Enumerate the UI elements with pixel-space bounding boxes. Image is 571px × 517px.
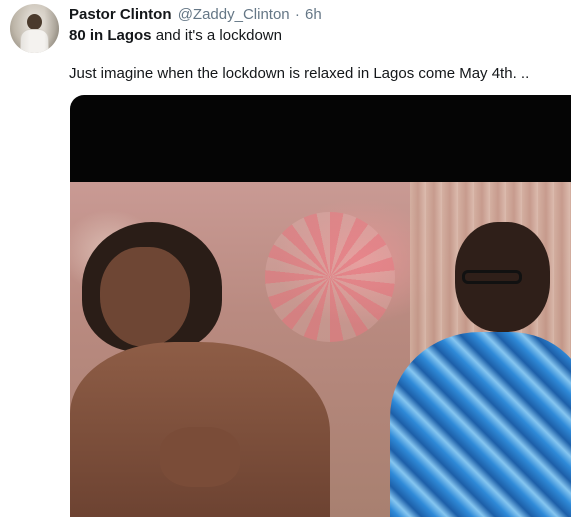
- tweet-content: Pastor Clinton @Zaddy_Clinton · 6h 80 in…: [69, 6, 569, 84]
- author-name[interactable]: Pastor Clinton: [69, 6, 172, 23]
- tweet-header: Pastor Clinton @Zaddy_Clinton · 6h: [69, 6, 569, 24]
- tweet-card[interactable]: Pastor Clinton @Zaddy_Clinton · 6h 80 in…: [0, 0, 571, 517]
- avatar-shade: [10, 4, 59, 53]
- right-person-body: [390, 332, 571, 517]
- tweet-text-bold: 80 in Lagos: [69, 27, 152, 44]
- tweet-text-line-2: Just imagine when the lockdown is relaxe…: [69, 65, 530, 82]
- separator-dot: ·: [294, 6, 300, 23]
- avatar[interactable]: [10, 4, 59, 53]
- tweet-video-media[interactable]: [70, 95, 571, 517]
- right-person-glasses: [462, 270, 522, 284]
- video-frame: [70, 182, 571, 517]
- tweet-text-line-1: 80 in Lagos and it's a lockdown: [69, 26, 569, 46]
- left-person-hand: [160, 427, 240, 487]
- tweet-timestamp[interactable]: 6h: [305, 6, 322, 23]
- author-handle[interactable]: @Zaddy_Clinton: [178, 6, 290, 23]
- left-person-face: [100, 247, 190, 347]
- tweet-text-rest: and it's a lockdown: [151, 27, 282, 44]
- background-pattern: [265, 212, 395, 342]
